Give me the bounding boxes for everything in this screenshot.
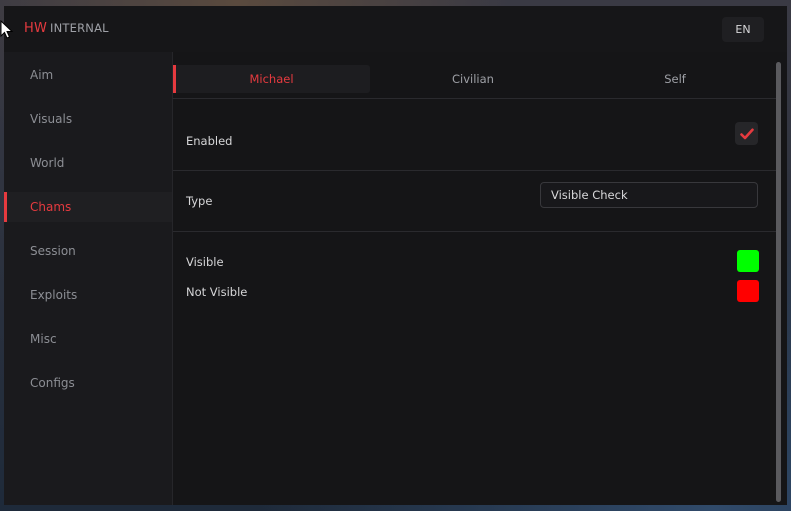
sidebar-item-exploits[interactable]: Exploits xyxy=(4,280,172,310)
brand-primary: HW xyxy=(24,21,48,36)
tab-civilian[interactable]: Civilian xyxy=(373,65,573,93)
language-button[interactable]: EN xyxy=(722,17,764,42)
tab-self[interactable]: Self xyxy=(575,65,775,93)
not-visible-color-swatch[interactable] xyxy=(737,280,759,302)
checkmark-icon xyxy=(739,128,754,139)
divider xyxy=(173,170,777,171)
content-panel: Michael Civilian Self Enabled Type Visib… xyxy=(172,52,777,505)
enabled-label: Enabled xyxy=(186,134,233,148)
sidebar-item-visuals[interactable]: Visuals xyxy=(4,104,172,134)
scrollbar[interactable] xyxy=(776,62,781,502)
sidebar-item-session[interactable]: Session xyxy=(4,236,172,266)
sidebar-item-world[interactable]: World xyxy=(4,148,172,178)
brand-secondary: INTERNAL xyxy=(50,21,109,35)
type-select[interactable]: Visible Check xyxy=(540,182,758,208)
tab-michael[interactable]: Michael xyxy=(173,65,370,93)
scrollbar-thumb[interactable] xyxy=(776,62,781,502)
visible-label: Visible xyxy=(186,255,224,269)
type-label: Type xyxy=(186,194,213,208)
brand-logo: HW INTERNAL xyxy=(24,21,109,36)
menu-window: HW INTERNAL EN Aim Visuals World Chams Se… xyxy=(4,6,787,505)
sidebar-item-misc[interactable]: Misc xyxy=(4,324,172,354)
title-bar: HW INTERNAL EN xyxy=(4,6,787,52)
sidebar-item-aim[interactable]: Aim xyxy=(4,60,172,90)
enabled-checkbox[interactable] xyxy=(735,122,758,145)
mouse-cursor-icon xyxy=(0,20,14,39)
divider xyxy=(173,231,777,232)
tab-bar: Michael Civilian Self xyxy=(173,52,777,99)
sidebar-item-chams[interactable]: Chams xyxy=(4,192,172,222)
not-visible-label: Not Visible xyxy=(186,285,248,299)
sidebar: Aim Visuals World Chams Session Exploits… xyxy=(4,52,172,505)
visible-color-swatch[interactable] xyxy=(737,250,759,272)
sidebar-item-configs[interactable]: Configs xyxy=(4,368,172,398)
